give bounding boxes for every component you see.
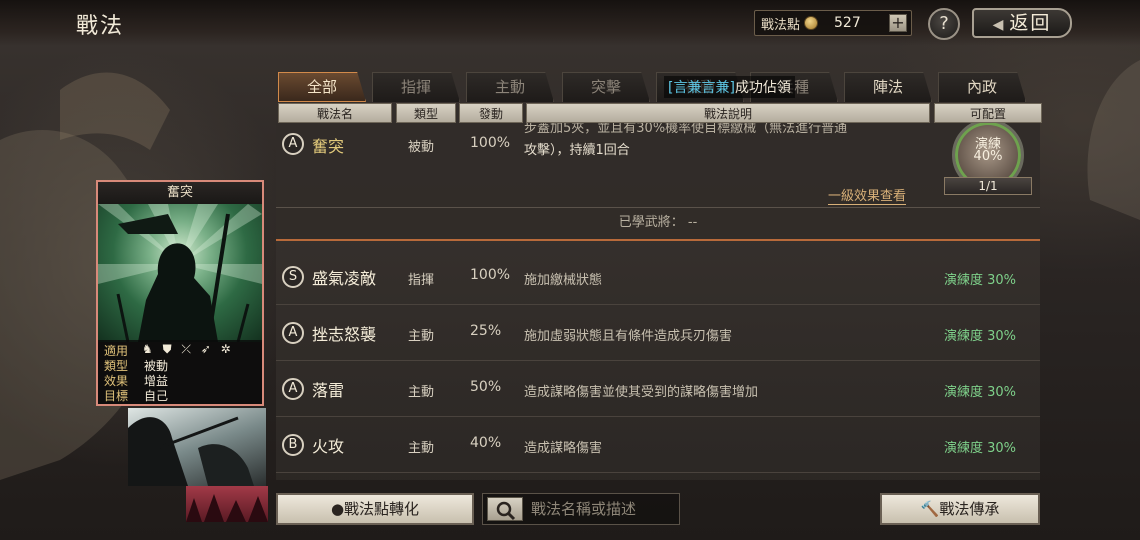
tactic-card-preview[interactable] xyxy=(186,486,268,522)
grade-badge: A xyxy=(282,378,304,400)
notification-text: 成功佔領 xyxy=(734,80,791,96)
convert-points-button[interactable]: ●戰法點轉化 xyxy=(276,493,474,525)
tab-all[interactable]: 全部 xyxy=(278,72,366,102)
search-box[interactable] xyxy=(482,493,680,525)
learned-label: 已學武將： xyxy=(618,215,684,230)
tactic-type: 主動 xyxy=(408,329,435,344)
tactic-type: 主動 xyxy=(408,385,435,400)
tactic-description: 施加虛弱狀態且有條件造成兵刃傷害 xyxy=(524,329,733,344)
tactic-points-display: 戰法點 527 + xyxy=(754,10,912,36)
expanded-tactic-row[interactable]: A 奮突 被動 100% 步蓋加5夾，並且有30%機率使目標繳械（無法進行普通 … xyxy=(276,123,1040,241)
search-button[interactable] xyxy=(487,497,523,521)
tactic-rate: 100% xyxy=(470,135,511,151)
learned-value: -- xyxy=(687,215,698,230)
coin-icon xyxy=(804,16,819,30)
grade-badge: B xyxy=(282,434,304,456)
tactic-name: 火攻 xyxy=(312,437,345,456)
battle-scene-image xyxy=(128,416,254,486)
tab-bar: 全部 指揮 主動 突擊 被動 兵種 陣法 內政 xyxy=(278,72,1038,102)
tactic-card-preview[interactable] xyxy=(128,408,266,486)
card-art xyxy=(98,204,262,342)
proficiency: 演練度 30% xyxy=(944,441,1017,456)
tactic-rate: 100% xyxy=(470,267,511,283)
col-configurable: 可配置 xyxy=(934,103,1042,123)
tactic-description: 攻擊），持續1回合 xyxy=(524,143,630,158)
warrior-silhouette-image xyxy=(98,204,262,342)
grade-badge: A xyxy=(282,133,304,155)
practice-badge[interactable]: 演練 40% 1/1 xyxy=(944,123,1034,197)
crowd-scene-image xyxy=(186,494,268,522)
tactic-description: 造成謀略傷害並使其受到的謀略傷害增加 xyxy=(524,385,759,400)
tactic-rate: 40% xyxy=(470,435,502,451)
convert-label: 戰法點轉化 xyxy=(344,500,420,518)
practice-percent: 40% xyxy=(973,149,1003,164)
proficiency: 演練度 30% xyxy=(944,273,1017,288)
card-title: 奮突 xyxy=(98,182,262,204)
list-item[interactable]: S 盛氣凌敵 指揮 100% 施加繳械狀態 演練度 30% xyxy=(276,249,1040,305)
search-input[interactable] xyxy=(531,498,675,520)
tab-internal[interactable]: 內政 xyxy=(938,72,1026,102)
page-title: 戰法 xyxy=(76,14,125,39)
drop-icon: ● xyxy=(330,500,345,518)
tactic-name: 挫志怒襲 xyxy=(312,325,377,344)
level-effect-link[interactable]: 一級效果查看 xyxy=(828,185,907,205)
points-value: 527 xyxy=(834,15,861,31)
grade-badge: A xyxy=(282,322,304,344)
learned-generals: 已學武將： -- xyxy=(276,211,1040,230)
list-item[interactable]: A 落雷 主動 50% 造成謀略傷害並使其受到的謀略傷害增加 演練度 30% xyxy=(276,361,1040,417)
tactic-type: 被動 xyxy=(408,140,435,155)
tactic-name: 奮突 xyxy=(312,137,345,156)
target-value: 自己 xyxy=(144,389,169,403)
tactic-type: 指揮 xyxy=(408,273,435,288)
back-arrow-icon: ◀ xyxy=(992,17,1006,33)
capture-notification: [言兼言兼]成功佔領 xyxy=(664,76,795,98)
inherit-tactic-button[interactable]: 🔨戰法傳承 xyxy=(880,493,1040,525)
notification-player: [言兼言兼] xyxy=(668,80,735,96)
tab-formation[interactable]: 陣法 xyxy=(844,72,932,102)
grade-badge: S xyxy=(282,266,304,288)
col-trigger: 發動 xyxy=(459,103,523,123)
tactic-description: 施加繳械狀態 xyxy=(524,273,603,288)
tab-active[interactable]: 主動 xyxy=(466,72,554,102)
proficiency: 演練度 30% xyxy=(944,329,1017,344)
tactic-name: 落雷 xyxy=(312,381,345,400)
inherit-label: 戰法傳承 xyxy=(939,500,1000,518)
points-label: 戰法點 xyxy=(761,17,801,33)
tactic-description-cut: 步蓋加5夾，並且有30%機率使目標繳械（無法進行普通 xyxy=(524,123,848,136)
tactics-list[interactable]: A 奮突 被動 100% 步蓋加5夾，並且有30%機率使目標繳械（無法進行普通 … xyxy=(276,123,1040,480)
add-points-button[interactable]: + xyxy=(889,14,907,32)
tactic-card[interactable]: 奮突 適用 ♞ ⛊ ⤫ ➶ ✲ 類型 被動 效果 增益 目標 自己 xyxy=(96,180,264,406)
back-button[interactable]: ◀ 返回 xyxy=(972,8,1072,38)
practice-count: 1/1 xyxy=(944,177,1032,195)
tactic-type: 主動 xyxy=(408,441,435,456)
col-name: 戰法名 xyxy=(278,103,392,123)
target-label: 目標 xyxy=(104,389,129,403)
column-header: 戰法名 類型 發動 戰法說明 可配置 xyxy=(278,103,1042,123)
top-bar: 戰法 戰法點 527 + ? ◀ 返回 xyxy=(0,0,1140,46)
proficiency: 演練度 30% xyxy=(944,385,1017,400)
col-type: 類型 xyxy=(396,103,456,123)
back-label: 返回 xyxy=(1009,12,1052,34)
divider xyxy=(276,207,1040,208)
tab-command[interactable]: 指揮 xyxy=(372,72,460,102)
list-item[interactable]: A 挫志怒襲 主動 25% 施加虛弱狀態且有條件造成兵刃傷害 演練度 30% xyxy=(276,305,1040,361)
tactic-rate: 25% xyxy=(470,323,502,339)
search-icon xyxy=(496,501,516,521)
tactic-description: 造成謀略傷害 xyxy=(524,441,603,456)
tactic-rate: 50% xyxy=(470,379,502,395)
list-item[interactable]: B 火攻 主動 40% 造成謀略傷害 演練度 30% xyxy=(276,417,1040,473)
hammer-icon: 🔨 xyxy=(920,500,940,518)
help-button[interactable]: ? xyxy=(928,8,960,40)
card-info: 適用 ♞ ⛊ ⤫ ➶ ✲ 類型 被動 效果 增益 目標 自己 xyxy=(98,340,262,404)
tab-assault[interactable]: 突擊 xyxy=(562,72,650,102)
tactic-name: 盛氣凌敵 xyxy=(312,269,377,288)
col-description: 戰法說明 xyxy=(526,103,930,123)
troop-type-icons: ♞ ⛊ ⤫ ➶ ✲ xyxy=(142,342,234,356)
